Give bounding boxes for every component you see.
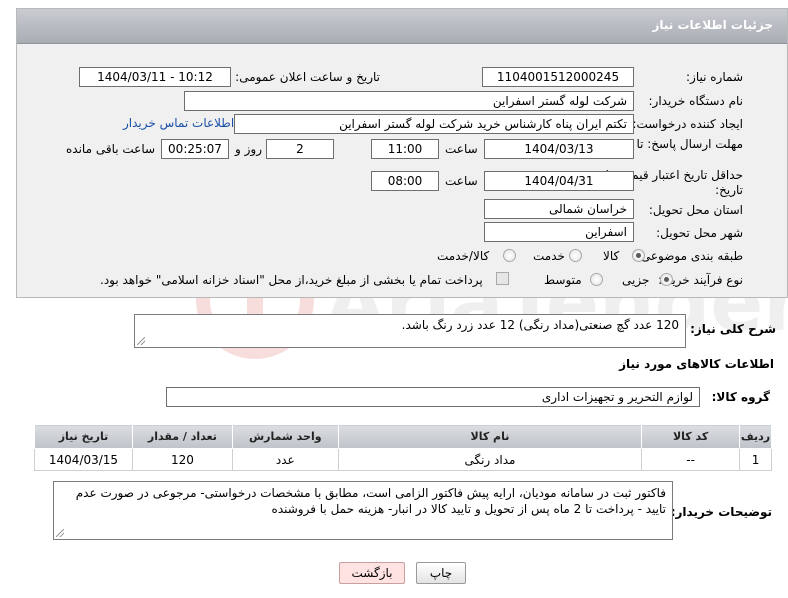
col-name: نام کالا	[337, 424, 643, 449]
table-row[interactable]: 1 -- مداد رنگی عدد 120 1404/03/15	[34, 448, 772, 471]
category-goods-radio[interactable]	[632, 249, 645, 262]
description-label: شرح کلی نیاز:	[690, 322, 776, 336]
category-both-radio[interactable]	[503, 249, 516, 262]
deadline-time-label: ساعت	[445, 142, 478, 156]
city-label: شهر محل تحویل:	[656, 226, 743, 240]
price-validity-time-label: ساعت	[445, 174, 478, 188]
buyer-notes-label: توضیحات خریدار:	[670, 505, 772, 519]
need-number-field: 1104001512000245	[482, 67, 634, 87]
province-label: استان محل تحویل:	[648, 203, 743, 217]
price-validity-date-field: 1404/04/31	[484, 171, 634, 191]
goods-section-title: اطلاعات کالاهای مورد نیاز	[619, 357, 774, 371]
cell-quantity: 120	[131, 448, 233, 471]
price-validity-time-field: 08:00	[371, 171, 439, 191]
process-medium-radio[interactable]	[590, 273, 603, 286]
goods-table-header: ردیف کد کالا نام کالا واحد شمارش تعداد /…	[34, 424, 772, 449]
cell-row: 1	[739, 448, 772, 471]
cell-need-date: 1404/03/15	[34, 448, 133, 471]
goods-group-field: لوازم التحریر و تجهیزات اداری	[166, 387, 700, 407]
goods-group-label: گروه کالا:	[711, 390, 770, 404]
col-code: کد کالا	[641, 424, 741, 449]
col-need-date: تاریخ نیاز	[34, 424, 133, 449]
day-and-label: روز و	[235, 142, 262, 156]
city-field: اسفراین	[484, 222, 634, 242]
process-medium-label: متوسط	[544, 273, 582, 287]
col-unit: واحد شمارش	[231, 424, 339, 449]
need-number-label: شماره نیاز:	[686, 70, 743, 84]
category-both-label: کالا/خدمت	[437, 249, 490, 263]
category-service-radio[interactable]	[569, 249, 582, 262]
resize-grip-icon[interactable]	[137, 337, 145, 345]
category-goods-label: کالا	[603, 249, 620, 263]
treasury-payment-checkbox[interactable]	[496, 272, 509, 285]
creator-field: تکتم ایران پناه کارشناس خرید شرکت لوله گ…	[234, 114, 634, 134]
buyer-org-field: شرکت لوله گستر اسفراین	[184, 91, 634, 111]
process-minor-radio[interactable]	[660, 273, 673, 286]
category-service-label: خدمت	[533, 249, 565, 263]
print-button[interactable]: چاپ	[416, 562, 466, 584]
category-label: طبقه بندی موضوعی:	[636, 249, 743, 263]
cell-code: --	[641, 448, 741, 471]
remaining-label: ساعت باقی مانده	[66, 142, 156, 156]
treasury-payment-note: پرداخت تمام یا بخشی از مبلغ خرید،از محل …	[100, 273, 483, 287]
cell-unit: عدد	[231, 448, 339, 471]
process-minor-label: جزیی	[622, 273, 650, 287]
cell-name: مداد رنگی	[337, 448, 643, 471]
description-textarea[interactable]: 120 عدد گچ صنعتی(مداد رنگی) 12 عدد زرد ر…	[134, 314, 686, 348]
province-field: خراسان شمالی	[484, 199, 634, 219]
buyer-contact-link[interactable]: اطلاعات تماس خریدار	[123, 116, 234, 130]
panel-header: جزئیات اطلاعات نیاز	[17, 9, 787, 44]
remaining-time-field: 00:25:07	[161, 139, 229, 159]
col-row: ردیف	[739, 424, 772, 449]
goods-table: ردیف کد کالا نام کالا واحد شمارش تعداد /…	[34, 424, 772, 471]
days-field: 2	[266, 139, 334, 159]
col-quantity: تعداد / مقدار	[131, 424, 233, 449]
announce-label: تاریخ و ساعت اعلان عمومی:	[235, 70, 380, 84]
deadline-time-field: 11:00	[371, 139, 439, 159]
buyer-notes-text: فاکتور ثبت در سامانه مودیان، ارایه پیش ف…	[75, 486, 666, 516]
back-button[interactable]: بازگشت	[339, 562, 405, 584]
buyer-org-label: نام دستگاه خریدار:	[648, 94, 744, 108]
panel-title: جزئیات اطلاعات نیاز	[652, 18, 773, 32]
creator-label: ایجاد کننده درخواست:	[632, 117, 743, 131]
resize-grip-icon[interactable]	[56, 529, 64, 537]
announce-field: 1404/03/11 - 10:12	[79, 67, 231, 87]
buyer-notes-textarea[interactable]: فاکتور ثبت در سامانه مودیان، ارایه پیش ف…	[53, 481, 673, 540]
description-text: 120 عدد گچ صنعتی(مداد رنگی) 12 عدد زرد ر…	[401, 318, 679, 332]
deadline-date-field: 1404/03/13	[484, 139, 634, 159]
